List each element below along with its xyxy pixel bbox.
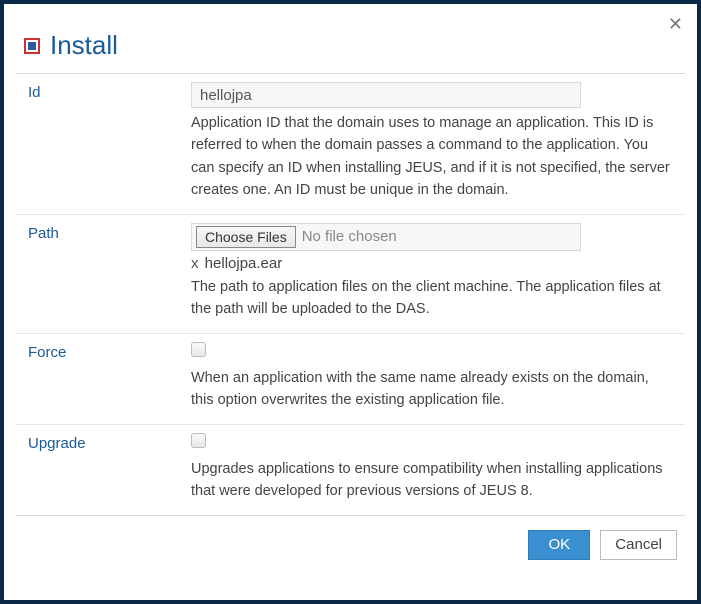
id-desc: Application ID that the domain uses to m…: [191, 112, 675, 202]
path-desc: The path to application files on the cli…: [191, 276, 675, 321]
selected-file-name: hellojpa.ear: [205, 255, 283, 272]
force-checkbox[interactable]: [191, 342, 206, 357]
install-dialog: ✕ Install Id Application ID that the dom…: [4, 4, 697, 600]
id-input[interactable]: [191, 82, 581, 108]
row-path: Path Choose Files No file chosen x hello…: [16, 215, 685, 334]
label-upgrade: Upgrade: [16, 433, 191, 503]
row-upgrade: Upgrade Upgrades applications to ensure …: [16, 425, 685, 515]
close-icon[interactable]: ✕: [668, 14, 683, 35]
cancel-button[interactable]: Cancel: [600, 530, 677, 560]
label-id: Id: [16, 82, 191, 202]
file-picker[interactable]: Choose Files No file chosen: [191, 223, 581, 251]
form: Id Application ID that the domain uses t…: [16, 73, 685, 516]
row-id: Id Application ID that the domain uses t…: [16, 74, 685, 215]
upgrade-desc: Upgrades applications to ensure compatib…: [191, 458, 675, 503]
choose-files-button[interactable]: Choose Files: [196, 226, 296, 248]
label-force: Force: [16, 342, 191, 412]
label-path: Path: [16, 223, 191, 321]
selected-file-row: x hellojpa.ear: [191, 255, 675, 272]
remove-file-icon[interactable]: x: [191, 255, 201, 272]
app-icon: [24, 38, 40, 54]
force-desc: When an application with the same name a…: [191, 367, 675, 412]
dialog-title: Install: [50, 30, 118, 61]
dialog-header: Install: [4, 4, 697, 73]
file-status: No file chosen: [300, 228, 397, 245]
upgrade-checkbox[interactable]: [191, 433, 206, 448]
dialog-footer: OK Cancel: [4, 516, 697, 600]
row-force: Force When an application with the same …: [16, 334, 685, 425]
ok-button[interactable]: OK: [528, 530, 590, 560]
